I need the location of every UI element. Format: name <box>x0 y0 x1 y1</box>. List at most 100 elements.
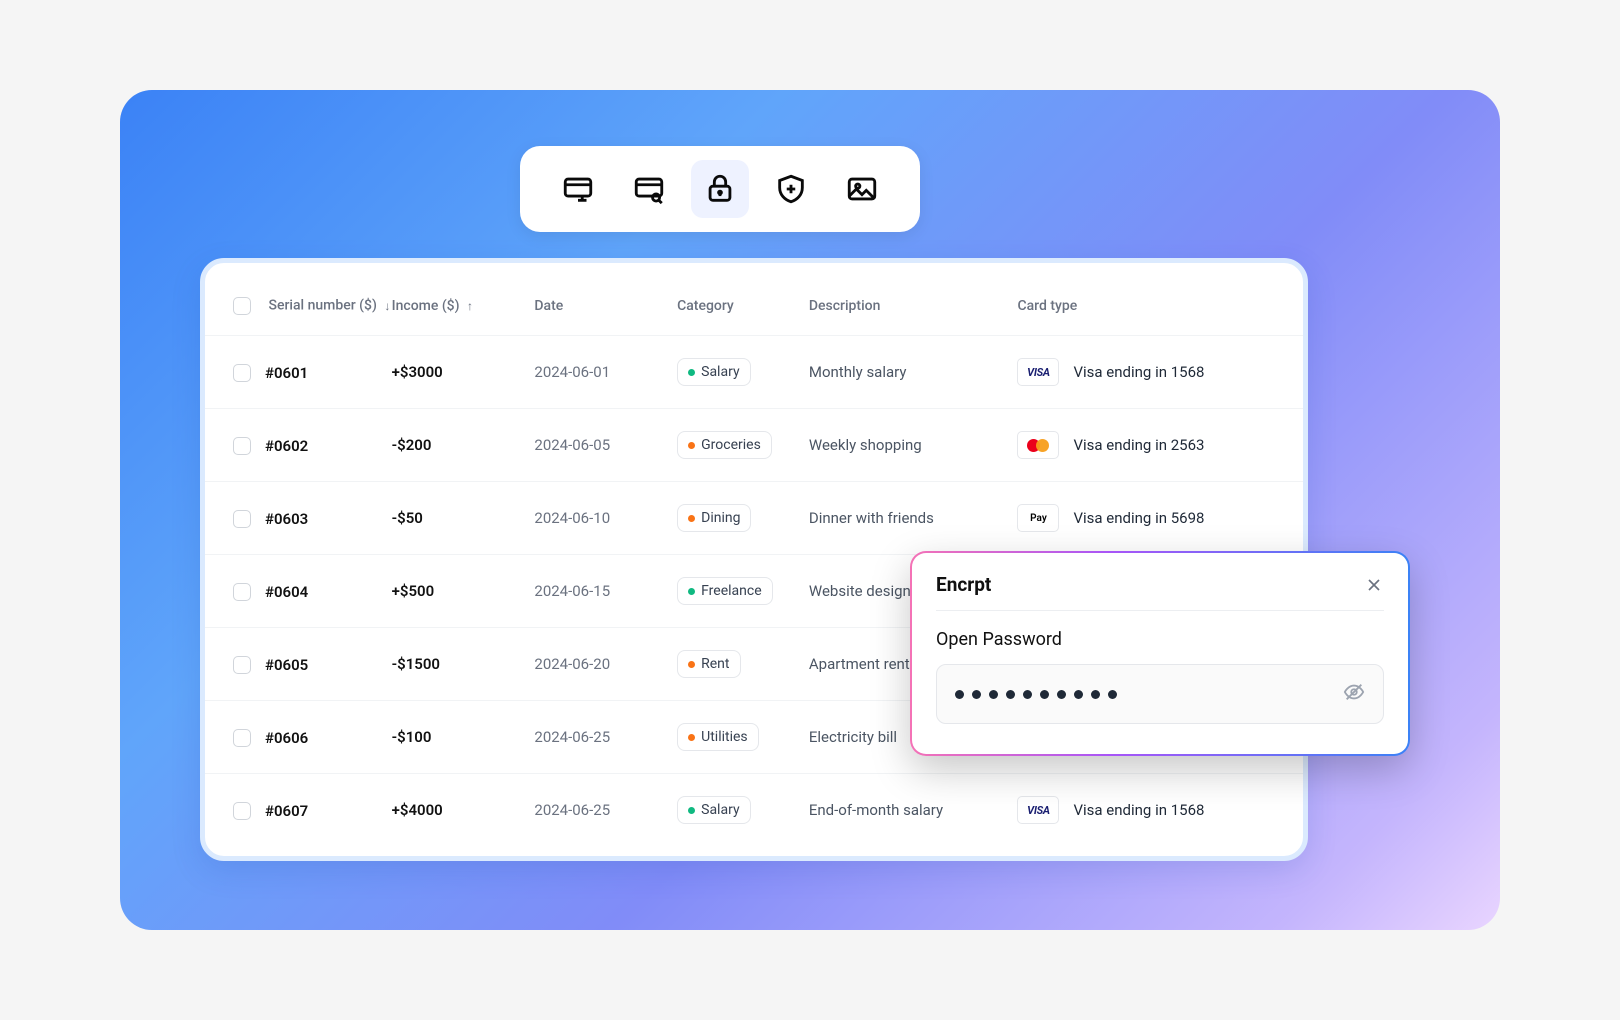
income-value: -$1500 <box>392 655 440 673</box>
col-date[interactable]: Date <box>534 283 677 336</box>
description-value: Dinner with friends <box>809 509 934 527</box>
date-value: 2024-06-15 <box>534 582 610 600</box>
app-stage: Serial number ($) ↓ Income ($) ↑ Date Ca… <box>120 90 1500 930</box>
applepay-brand-icon: Pay <box>1017 504 1059 532</box>
serial-number: #0606 <box>265 729 308 747</box>
col-cardtype-label: Card type <box>1017 298 1077 314</box>
sort-asc-icon: ↑ <box>467 299 473 313</box>
lock-button[interactable] <box>691 160 749 218</box>
category-label: Groceries <box>701 437 761 453</box>
col-cardtype[interactable]: Card type <box>1017 283 1303 336</box>
col-date-label: Date <box>534 298 563 314</box>
date-value: 2024-06-01 <box>534 363 610 381</box>
col-category-label: Category <box>677 298 734 314</box>
date-value: 2024-06-10 <box>534 509 610 527</box>
description-value: Monthly salary <box>809 363 907 381</box>
mastercard-brand-icon <box>1017 431 1059 459</box>
eye-off-icon <box>1343 681 1365 703</box>
card-search-icon <box>632 172 666 206</box>
row-checkbox[interactable] <box>233 729 251 747</box>
date-value: 2024-06-25 <box>534 728 610 746</box>
select-all-checkbox[interactable] <box>233 297 251 315</box>
category-dot-icon <box>688 515 695 522</box>
serial-number: #0604 <box>265 583 308 601</box>
category-label: Salary <box>701 802 739 818</box>
serial-number: #0605 <box>265 656 308 674</box>
table-row[interactable]: #0601+$30002024-06-01SalaryMonthly salar… <box>205 336 1303 409</box>
description-value: Weekly shopping <box>809 436 922 454</box>
income-value: +$500 <box>392 582 435 600</box>
category-dot-icon <box>688 807 695 814</box>
card-type-cell: VISA Visa ending in 1568 <box>1017 358 1303 386</box>
card-search-button[interactable] <box>620 160 678 218</box>
col-description-label: Description <box>809 298 881 314</box>
col-category[interactable]: Category <box>677 283 809 336</box>
category-pill: Dining <box>677 504 751 532</box>
category-label: Salary <box>701 364 739 380</box>
description-value: Website design <box>809 582 911 600</box>
serial-number: #0602 <box>265 437 308 455</box>
category-dot-icon <box>688 588 695 595</box>
category-label: Rent <box>701 656 729 672</box>
row-checkbox[interactable] <box>233 583 251 601</box>
card-type-label: Visa ending in 5698 <box>1073 509 1204 527</box>
card-type-label: Visa ending in 2563 <box>1073 436 1204 454</box>
password-input[interactable] <box>936 664 1384 724</box>
description-value: Apartment rent <box>809 655 910 673</box>
password-mask <box>955 690 1117 699</box>
serial-number: #0601 <box>265 364 308 382</box>
col-description[interactable]: Description <box>809 283 1018 336</box>
sort-desc-icon: ↓ <box>384 299 390 313</box>
col-income-label: Income ($) <box>392 298 460 314</box>
row-checkbox[interactable] <box>233 510 251 528</box>
image-button[interactable] <box>833 160 891 218</box>
visa-brand-icon: VISA <box>1017 358 1059 386</box>
table-row[interactable]: #0603 -$50 2024-06-10 Dining Dinner with fri… <box>205 482 1303 555</box>
shield-plus-button[interactable] <box>762 160 820 218</box>
category-pill: Freelance <box>677 577 773 605</box>
category-dot-icon <box>688 661 695 668</box>
card-text-button[interactable] <box>549 160 607 218</box>
table-header-row: Serial number ($) ↓ Income ($) ↑ Date Ca… <box>205 283 1303 336</box>
income-value: +$4000 <box>392 801 443 819</box>
lock-icon <box>703 172 737 206</box>
image-icon <box>845 172 879 206</box>
card-type-cell: Pay Visa ending in 5698 <box>1017 504 1303 532</box>
row-checkbox[interactable] <box>233 656 251 674</box>
date-value: 2024-06-20 <box>534 655 610 673</box>
serial-number: #0607 <box>265 802 308 820</box>
serial-number: #0603 <box>265 510 308 528</box>
toggle-visibility-button[interactable] <box>1343 681 1365 707</box>
col-income[interactable]: Income ($) ↑ <box>392 283 535 336</box>
category-label: Freelance <box>701 583 762 599</box>
category-pill: Salary <box>677 796 750 824</box>
visa-brand-icon: VISA <box>1017 796 1059 824</box>
description-value: Electricity bill <box>809 728 897 746</box>
description-value: End-of-month salary <box>809 801 943 819</box>
category-pill: Rent <box>677 650 740 678</box>
category-dot-icon <box>688 369 695 376</box>
card-text-icon <box>561 172 595 206</box>
income-value: -$50 <box>392 509 423 527</box>
income-value: -$200 <box>392 436 432 454</box>
password-label: Open Password <box>936 629 1384 650</box>
income-value: -$100 <box>392 728 432 746</box>
col-serial-label: Serial number ($) <box>268 298 376 314</box>
category-dot-icon <box>688 734 695 741</box>
modal-close-button[interactable] <box>1364 575 1384 595</box>
col-serial[interactable]: Serial number ($) ↓ <box>205 283 392 336</box>
action-toolbar <box>520 146 920 232</box>
card-type-cell: VISA Visa ending in 1568 <box>1017 796 1303 824</box>
row-checkbox[interactable] <box>233 437 251 455</box>
row-checkbox[interactable] <box>233 364 251 382</box>
card-type-label: Visa ending in 1568 <box>1073 801 1204 819</box>
row-checkbox[interactable] <box>233 802 251 820</box>
date-value: 2024-06-25 <box>534 801 610 819</box>
card-type-label: Visa ending in 1568 <box>1073 363 1204 381</box>
category-pill: Utilities <box>677 723 759 751</box>
modal-title: Encrpt <box>936 573 991 596</box>
category-label: Dining <box>701 510 740 526</box>
encrypt-modal: Encrpt Open Password <box>910 551 1410 756</box>
table-row[interactable]: #0602-$2002024-06-05GroceriesWeekly shop… <box>205 409 1303 482</box>
table-row[interactable]: #0607 +$4000 2024-06-25 Salary End-of-month … <box>205 774 1303 847</box>
